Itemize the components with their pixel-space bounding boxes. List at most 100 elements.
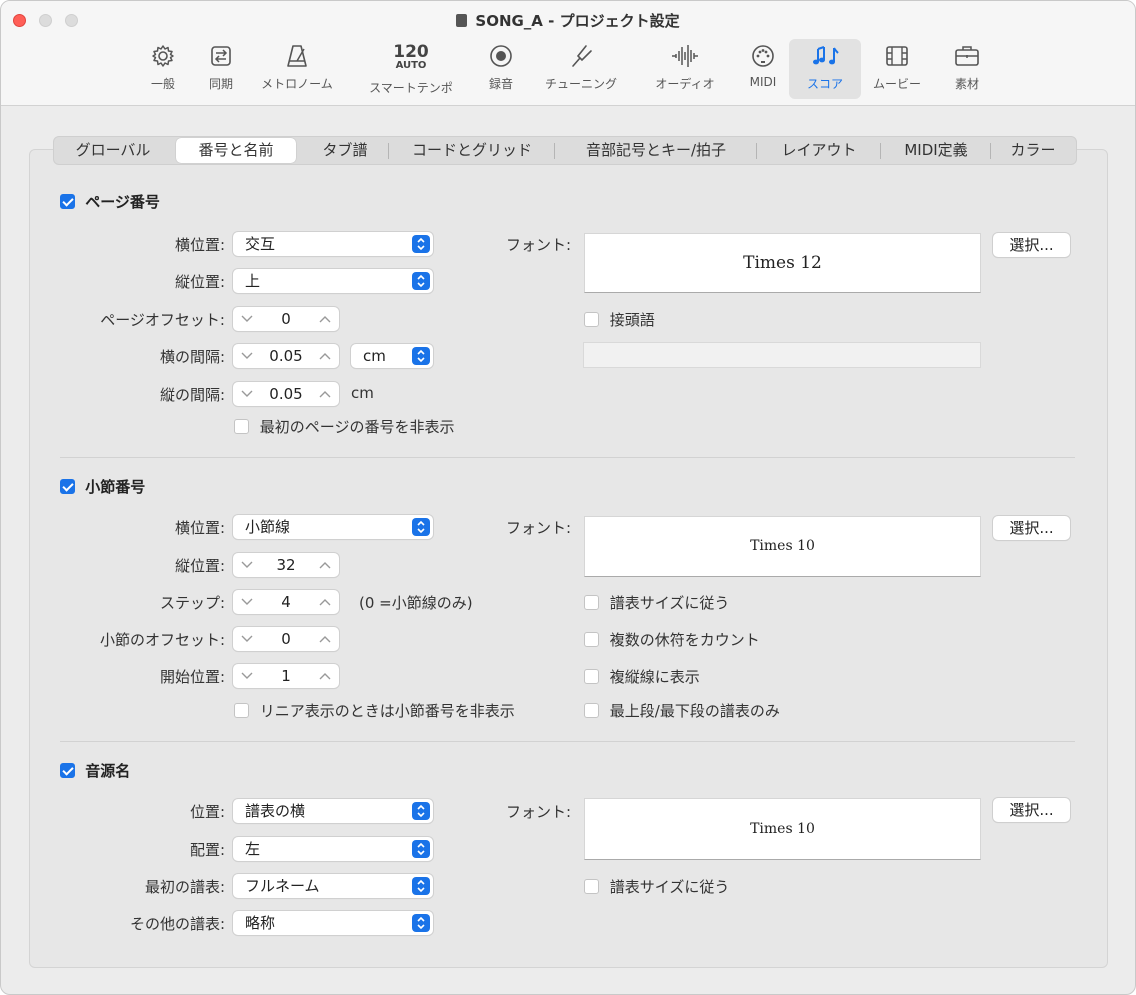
chevron-up-icon[interactable]: [315, 664, 335, 688]
popup-arrows-icon: [412, 877, 430, 895]
toolbar-sync-label: 同期: [208, 77, 233, 91]
inst-other-staff-popup[interactable]: 略称: [233, 911, 433, 935]
prefix-checkbox[interactable]: [584, 312, 599, 327]
chevron-up-icon[interactable]: [315, 307, 335, 331]
chevron-down-icon[interactable]: [237, 344, 257, 368]
inst-follow-size-checkbox[interactable]: [584, 879, 599, 894]
toolbar-movie[interactable]: ムービー: [865, 39, 929, 99]
chevron-up-icon[interactable]: [315, 590, 335, 614]
chevron-down-icon[interactable]: [237, 553, 257, 577]
prefix-option[interactable]: 接頭語: [584, 309, 655, 330]
tab-midi-meaning[interactable]: MIDI定義: [884, 137, 988, 164]
page-offset-stepper[interactable]: 0: [233, 307, 339, 331]
chevron-up-icon[interactable]: [315, 344, 335, 368]
hide-first-page-number-option[interactable]: 最初のページの番号を非表示: [234, 416, 454, 437]
bar-start-stepper[interactable]: 1: [233, 664, 339, 688]
top-bottom-staff-label: 最上段/最下段の譜表のみ: [609, 702, 780, 720]
bar-numbers-header: 小節番号: [60, 476, 145, 497]
toolbar-tuning[interactable]: チューニング: [535, 39, 627, 99]
top-bottom-staff-option[interactable]: 最上段/最下段の譜表のみ: [584, 700, 780, 721]
page-h-position-popup[interactable]: 交互: [233, 232, 433, 256]
bar-v-position-value[interactable]: 32: [257, 553, 315, 577]
prefix-input[interactable]: [583, 342, 981, 368]
tab-colors[interactable]: カラー: [994, 137, 1072, 164]
toolbar-smart-tempo[interactable]: 120 AUTO スマートテンポ: [357, 39, 465, 99]
toolbar-sync[interactable]: 同期: [199, 39, 243, 99]
toolbar-movie-label: ムービー: [872, 77, 921, 91]
toolbar-midi[interactable]: MIDI: [741, 39, 785, 99]
count-rests-option[interactable]: 複数の休符をカウント: [584, 629, 760, 650]
toolbar-audio[interactable]: オーディオ: [645, 39, 725, 99]
tab-layout[interactable]: レイアウト: [760, 137, 878, 164]
page-numbers-checkbox[interactable]: [60, 194, 75, 209]
bar-start-label: 開始位置:: [159, 668, 225, 686]
page-h-spacing-value[interactable]: 0.05: [257, 344, 315, 368]
page-h-spacing-stepper[interactable]: 0.05: [233, 344, 339, 368]
toolbar-metronome[interactable]: メトロノーム: [253, 39, 341, 99]
hide-first-page-checkbox[interactable]: [234, 419, 249, 434]
inst-first-staff-label: 最初の譜表:: [144, 878, 225, 896]
toolbar-record[interactable]: 録音: [479, 39, 523, 99]
toolbar-metronome-label: メトロノーム: [261, 77, 333, 91]
bar-offset-stepper[interactable]: 0: [233, 627, 339, 651]
tab-tablature[interactable]: タブ譜: [304, 137, 386, 164]
bar-offset-value[interactable]: 0: [257, 627, 315, 651]
chevron-down-icon[interactable]: [237, 627, 257, 651]
toolbar-score[interactable]: スコア: [789, 39, 861, 99]
toolbar-general[interactable]: 一般: [141, 39, 185, 99]
hide-linear-option[interactable]: リニア表示のときは小節番号を非表示: [234, 700, 515, 721]
music-notes-icon: [789, 39, 861, 75]
page-v-position-popup[interactable]: 上: [233, 269, 433, 293]
hide-first-page-label: 最初のページの番号を非表示: [259, 418, 455, 436]
inst-follow-size-label: 譜表サイズに従う: [609, 878, 730, 896]
inst-position-popup[interactable]: 譜表の横: [233, 799, 433, 823]
top-bottom-staff-checkbox[interactable]: [584, 703, 599, 718]
chevron-down-icon[interactable]: [237, 664, 257, 688]
chevron-up-icon[interactable]: [315, 627, 335, 651]
chevron-down-icon[interactable]: [237, 307, 257, 331]
bar-step-value[interactable]: 4: [257, 590, 315, 614]
bar-v-position-stepper[interactable]: 32: [233, 553, 339, 577]
page-v-spacing-stepper[interactable]: 0.05: [233, 382, 339, 406]
tab-chords-grids[interactable]: コードとグリッド: [392, 137, 552, 164]
bar-h-position-label: 横位置:: [174, 519, 225, 537]
popup-arrows-icon: [412, 802, 430, 820]
bar-h-position-popup[interactable]: 小節線: [233, 515, 433, 539]
chevron-down-icon[interactable]: [237, 382, 257, 406]
page-v-position-value: 上: [245, 272, 261, 290]
page-font-choose-button[interactable]: 選択...: [993, 233, 1070, 257]
inst-align-popup[interactable]: 左: [233, 837, 433, 861]
page-h-spacing-unit-popup[interactable]: cm: [351, 344, 433, 368]
title-bar: SONG_A - プロジェクト設定 一般 同期 メトロノーム 120 AUTO …: [1, 1, 1135, 106]
bar-follow-size-option[interactable]: 譜表サイズに従う: [584, 592, 729, 613]
bar-font-choose-button[interactable]: 選択...: [993, 516, 1070, 540]
show-double-bar-option[interactable]: 複縦線に表示: [584, 666, 700, 687]
chevron-down-icon[interactable]: [237, 590, 257, 614]
inst-first-staff-popup[interactable]: フルネーム: [233, 874, 433, 898]
tab-global[interactable]: グローバル: [56, 137, 170, 164]
inst-font-choose-button[interactable]: 選択...: [993, 798, 1070, 822]
bar-numbers-checkbox[interactable]: [60, 479, 75, 494]
bar-start-value[interactable]: 1: [257, 664, 315, 688]
bar-numbers-title: 小節番号: [85, 478, 146, 496]
count-rests-checkbox[interactable]: [584, 632, 599, 647]
toolbar-assets[interactable]: 素材: [945, 39, 989, 99]
instrument-names-checkbox[interactable]: [60, 763, 75, 778]
bar-step-stepper[interactable]: 4: [233, 590, 339, 614]
bar-follow-size-checkbox[interactable]: [584, 595, 599, 610]
inst-other-staff-value: 略称: [245, 914, 276, 932]
page-v-spacing-value[interactable]: 0.05: [257, 382, 315, 406]
inst-follow-size-option[interactable]: 譜表サイズに従う: [584, 876, 729, 897]
inst-align-label: 配置:: [189, 841, 225, 859]
chevron-up-icon[interactable]: [315, 382, 335, 406]
show-double-bar-label: 複縦線に表示: [609, 668, 700, 686]
tab-clefs-signatures[interactable]: 音部記号とキー/拍子: [558, 137, 754, 164]
show-double-bar-checkbox[interactable]: [584, 669, 599, 684]
page-offset-value[interactable]: 0: [257, 307, 315, 331]
toolbar-tuning-label: チューニング: [544, 77, 617, 91]
sync-icon: [199, 39, 243, 75]
bar-follow-size-label: 譜表サイズに従う: [609, 594, 730, 612]
hide-linear-checkbox[interactable]: [234, 703, 249, 718]
chevron-up-icon[interactable]: [315, 553, 335, 577]
tab-numbers-names[interactable]: 番号と名前: [176, 138, 296, 163]
